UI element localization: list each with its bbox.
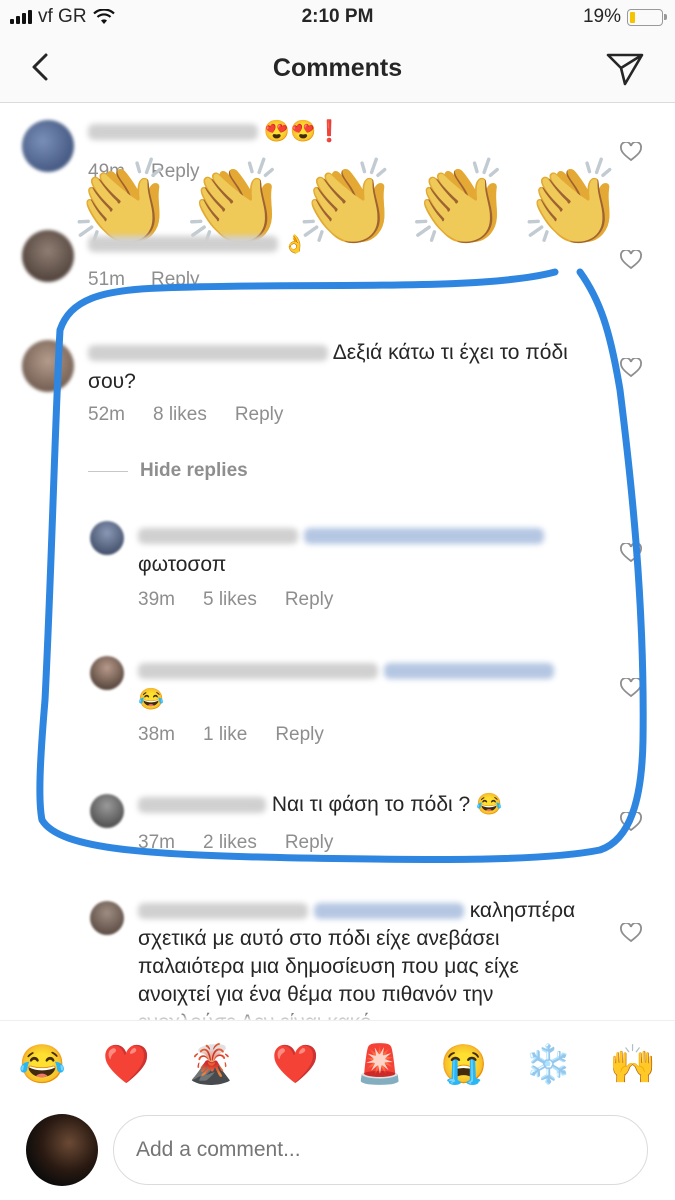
avatar[interactable] — [90, 656, 124, 690]
battery-icon — [627, 8, 667, 26]
comment-composer — [0, 1108, 675, 1200]
likes-count[interactable]: 8 likes — [153, 404, 207, 426]
comment-text: Ναι τι φάση το πόδι ? 😂 — [138, 790, 608, 819]
comment-body: 😂 — [138, 688, 165, 711]
divider — [88, 470, 128, 472]
my-avatar — [26, 1114, 98, 1186]
battery-percent: 19% — [582, 6, 621, 27]
emoji-snowflake[interactable]: ❄️ — [525, 1043, 572, 1087]
comment-item: Δεξιά κάτω τι έχει το πόδι σου? 52m 8 li… — [0, 330, 675, 440]
comment-body: 😍😍❗ — [263, 120, 343, 143]
hide-replies-button[interactable]: Hide replies — [88, 460, 248, 482]
comment-text: 😍😍❗ — [88, 117, 342, 146]
comment-body: 👌 — [283, 234, 307, 254]
mention-blurred[interactable] — [303, 528, 544, 545]
mention-blurred[interactable] — [383, 663, 554, 680]
emoji-raised-hands[interactable]: 🙌 — [609, 1043, 656, 1087]
reply-item: φωτοσοπ 39m 5 likes Reply — [0, 515, 675, 615]
likes-count[interactable]: 1 like — [203, 724, 247, 746]
comment-meta: 51m Reply — [88, 269, 200, 291]
mention-blurred[interactable] — [313, 903, 464, 920]
reply-button[interactable]: Reply — [285, 832, 334, 854]
comment-time: 39m — [138, 589, 175, 610]
avatar[interactable] — [90, 794, 124, 828]
like-heart-icon[interactable] — [620, 543, 642, 563]
emoji-quick-bar: 😂 ❤️ 🌋 ❤️ 🚨 😭 ❄️ 🙌 — [0, 1020, 675, 1109]
comment-text: 😂 — [138, 656, 608, 714]
comment-meta: 38m 1 like Reply — [138, 724, 324, 746]
reply-item: 😂 38m 1 like Reply — [0, 650, 675, 750]
like-heart-icon[interactable] — [620, 812, 642, 832]
username-blurred[interactable] — [138, 797, 266, 814]
comment-item: 👌 51m Reply — [0, 215, 675, 295]
likes-count[interactable]: 2 likes — [203, 832, 257, 854]
page-title: Comments — [272, 54, 403, 82]
avatar[interactable] — [90, 901, 124, 935]
status-bar: vf GR 2:10 PM 19% — [0, 0, 675, 36]
comment-text: 👌 — [88, 229, 306, 259]
comment-text: Δεξιά κάτω τι έχει το πόδι σου? — [88, 338, 568, 396]
comment-body: φωτοσοπ — [138, 553, 227, 576]
comment-text: καλησπέρα σχετικά με αυτό στο πόδι είχε … — [138, 897, 593, 1020]
reply-button[interactable]: Reply — [151, 269, 200, 291]
like-heart-icon[interactable] — [620, 250, 642, 270]
avatar[interactable] — [90, 521, 124, 555]
emoji-heart[interactable]: ❤️ — [272, 1043, 319, 1087]
reply-button[interactable]: Reply — [235, 404, 284, 426]
username-blurred[interactable] — [88, 236, 278, 253]
comment-meta: 37m 2 likes Reply — [138, 832, 333, 854]
comments-header: Comments — [0, 36, 675, 103]
emoji-heart[interactable]: ❤️ — [103, 1043, 150, 1087]
reply-button[interactable]: Reply — [275, 724, 324, 746]
username-blurred[interactable] — [88, 124, 258, 141]
comment-time: 38m — [138, 724, 175, 745]
username-blurred[interactable] — [138, 663, 378, 680]
like-heart-icon[interactable] — [620, 923, 642, 943]
username-blurred[interactable] — [138, 528, 298, 545]
reply-item: Ναι τι φάση το πόδι ? 😂 37m 2 likes Repl… — [0, 788, 675, 868]
avatar[interactable] — [22, 120, 74, 172]
likes-count[interactable]: 5 likes — [203, 589, 257, 611]
comment-time: 37m — [138, 832, 175, 853]
avatar[interactable] — [22, 230, 74, 282]
comment-meta: 52m 8 likes Reply — [88, 404, 283, 426]
emoji-volcano[interactable]: 🌋 — [187, 1043, 234, 1087]
emoji-laughing[interactable]: 😂 — [19, 1043, 66, 1087]
comment-time: 52m — [88, 404, 125, 425]
reply-button[interactable]: Reply — [285, 589, 334, 611]
hide-replies-label: Hide replies — [140, 460, 248, 481]
comment-meta: 39m 5 likes Reply — [138, 589, 333, 611]
add-comment-input[interactable] — [113, 1115, 648, 1185]
username-blurred[interactable] — [138, 903, 308, 920]
comment-body: Ναι τι φάση το πόδι ? 😂 — [271, 793, 503, 816]
emoji-siren[interactable]: 🚨 — [356, 1043, 403, 1087]
direct-send-icon[interactable] — [605, 50, 645, 88]
emoji-crying[interactable]: 😭 — [440, 1043, 487, 1087]
clock: 2:10 PM — [301, 6, 374, 27]
avatar[interactable] — [22, 340, 74, 392]
comment-time: 51m — [88, 269, 125, 290]
like-heart-icon[interactable] — [620, 678, 642, 698]
battery-info: 19% — [582, 6, 667, 28]
username-blurred[interactable] — [88, 345, 328, 362]
like-heart-icon[interactable] — [620, 358, 642, 378]
reply-item: καλησπέρα σχετικά με αυτό στο πόδι είχε … — [0, 895, 675, 1020]
comment-text: φωτοσοπ — [138, 521, 608, 579]
